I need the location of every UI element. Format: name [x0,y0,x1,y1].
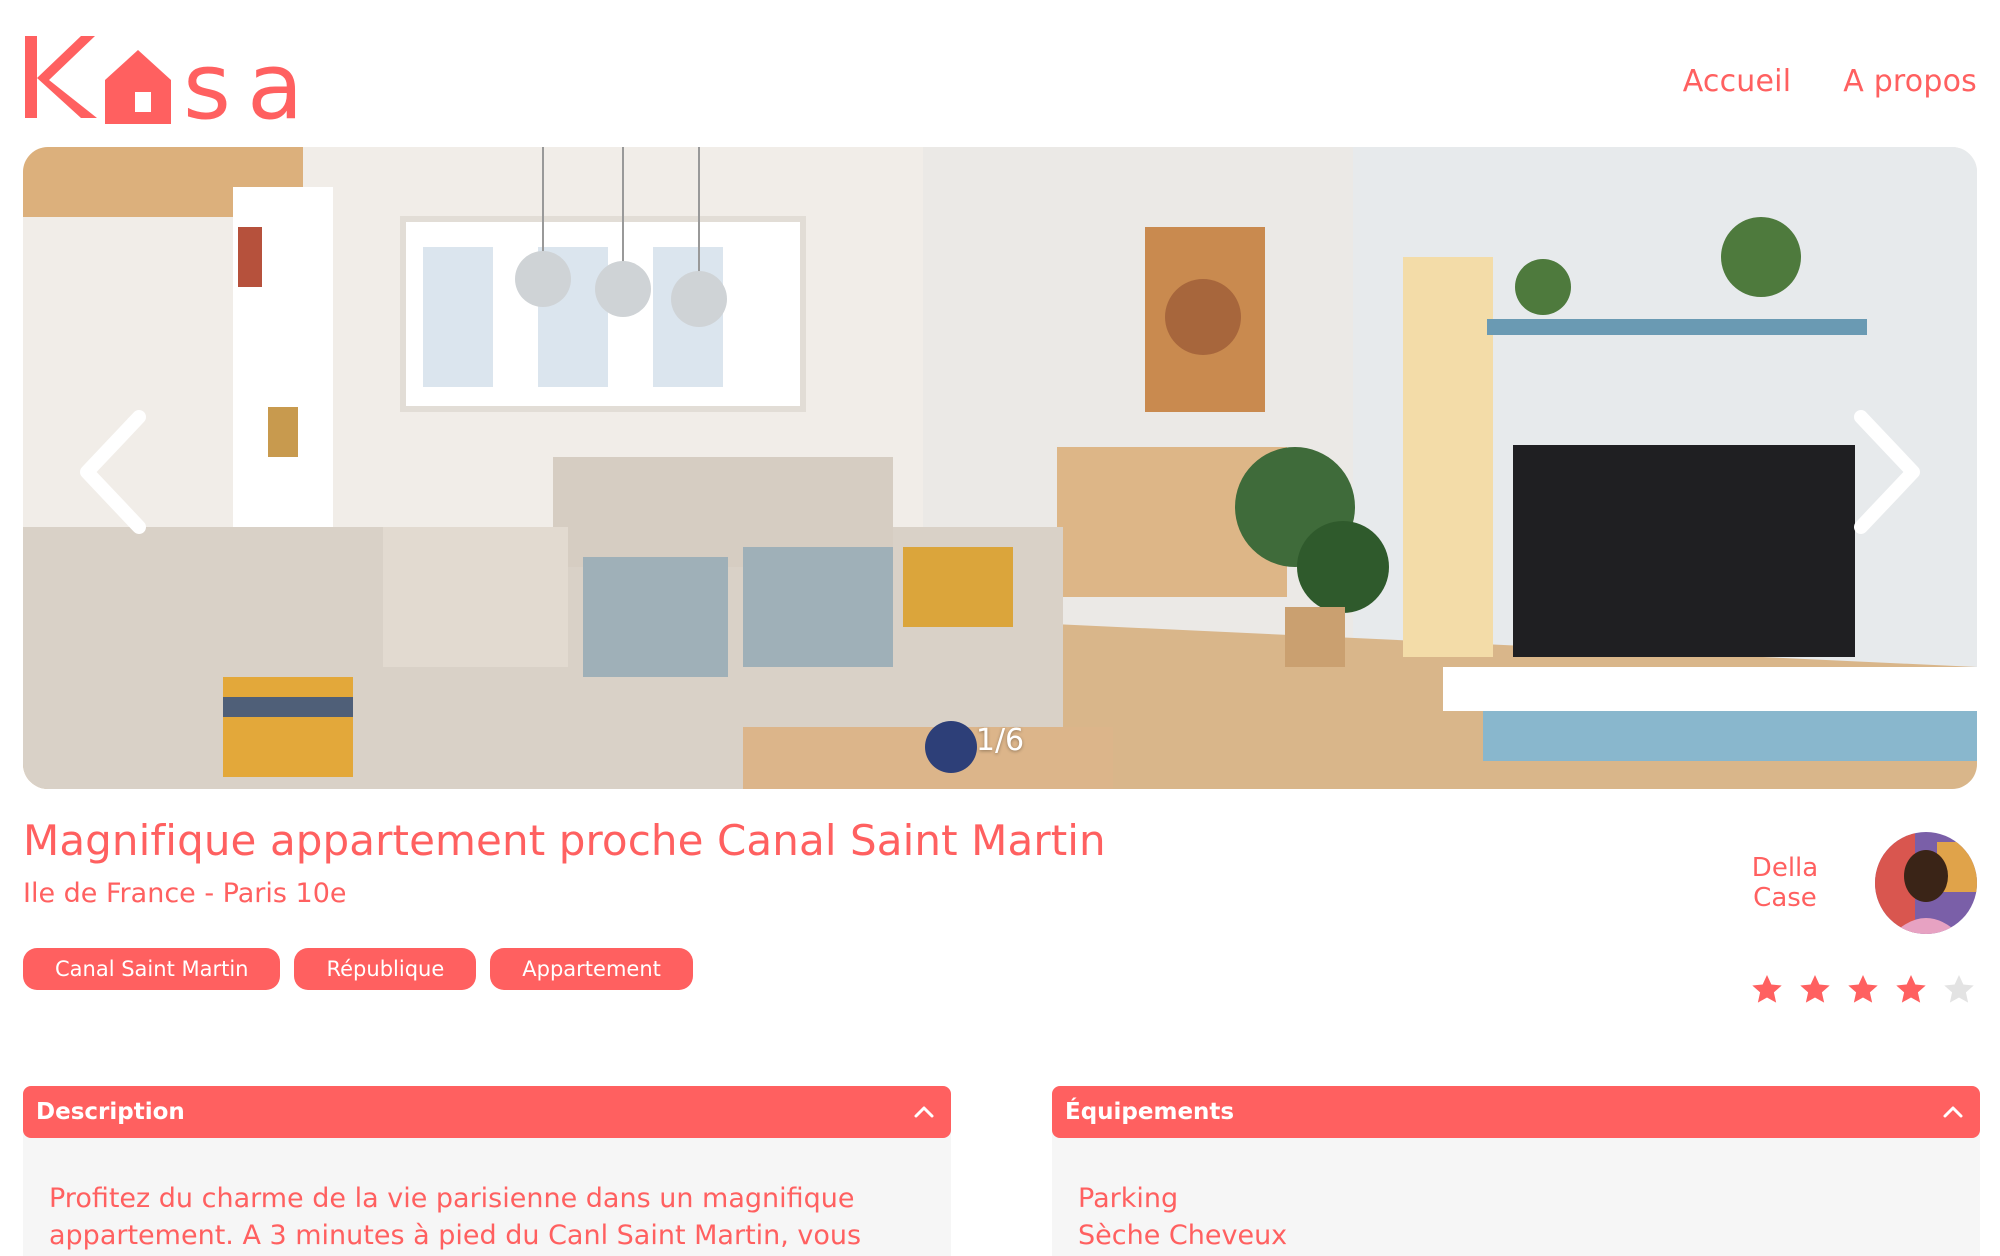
star-icon [1896,975,1926,1003]
equipments-toggle[interactable]: Équipements [1052,1086,1980,1138]
tag-list: Canal Saint Martin République Appartemen… [23,948,693,990]
listing-title: Magnifique appartement proche Canal Sain… [23,816,1106,865]
equipments-title: Équipements [1065,1099,1235,1125]
previous-photo-button[interactable] [71,407,161,537]
svg-text:a: a [247,33,303,128]
photo-carousel: 1/6 [23,147,1977,789]
description-collapse: Description Profitez du charme de la vie… [23,1086,951,1256]
header: s a Accueil A propos [23,28,1977,140]
star-icon [1800,975,1830,1003]
listing-location: Ile de France - Paris 10e [23,878,347,909]
main-nav: Accueil A propos [1683,64,1977,99]
tag: Canal Saint Martin [23,948,281,990]
description-title: Description [36,1099,185,1125]
equipment-item: Sèche Cheveux [1078,1220,1288,1251]
rating-stars [1749,972,1977,1008]
tag: Appartement [490,948,693,990]
host-info: Della Case [1745,832,1977,934]
host-name: Della Case [1745,853,1825,913]
description-toggle[interactable]: Description [23,1086,951,1138]
svg-text:s: s [183,33,231,128]
equipment-item: Parking [1078,1183,1179,1214]
chevron-right-icon [1854,410,1920,534]
star-icon [1944,975,1974,1003]
photo-counter: 1/6 [975,723,1025,758]
chevron-up-icon [914,1106,934,1118]
equipments-collapse: Équipements Parking Sèche Cheveux [1052,1086,1980,1256]
description-text-line: appartement. A 3 minutes à pied du Canl … [49,1220,862,1251]
nav-link-about[interactable]: A propos [1843,64,1977,99]
star-icon [1848,975,1878,1003]
host-first-name: Della [1751,853,1819,883]
chevron-left-icon [80,410,146,534]
tag: République [294,948,477,990]
host-avatar [1875,832,1977,934]
star-icon [1752,975,1782,1003]
host-last-name: Case [1753,883,1817,913]
kasa-logo[interactable]: s a [23,28,313,140]
apartment-photo [23,147,1977,789]
next-photo-button[interactable] [1839,407,1929,537]
description-text-line: Profitez du charme de la vie parisienne … [49,1183,855,1214]
chevron-up-icon [1943,1106,1963,1118]
nav-link-home[interactable]: Accueil [1683,64,1792,99]
